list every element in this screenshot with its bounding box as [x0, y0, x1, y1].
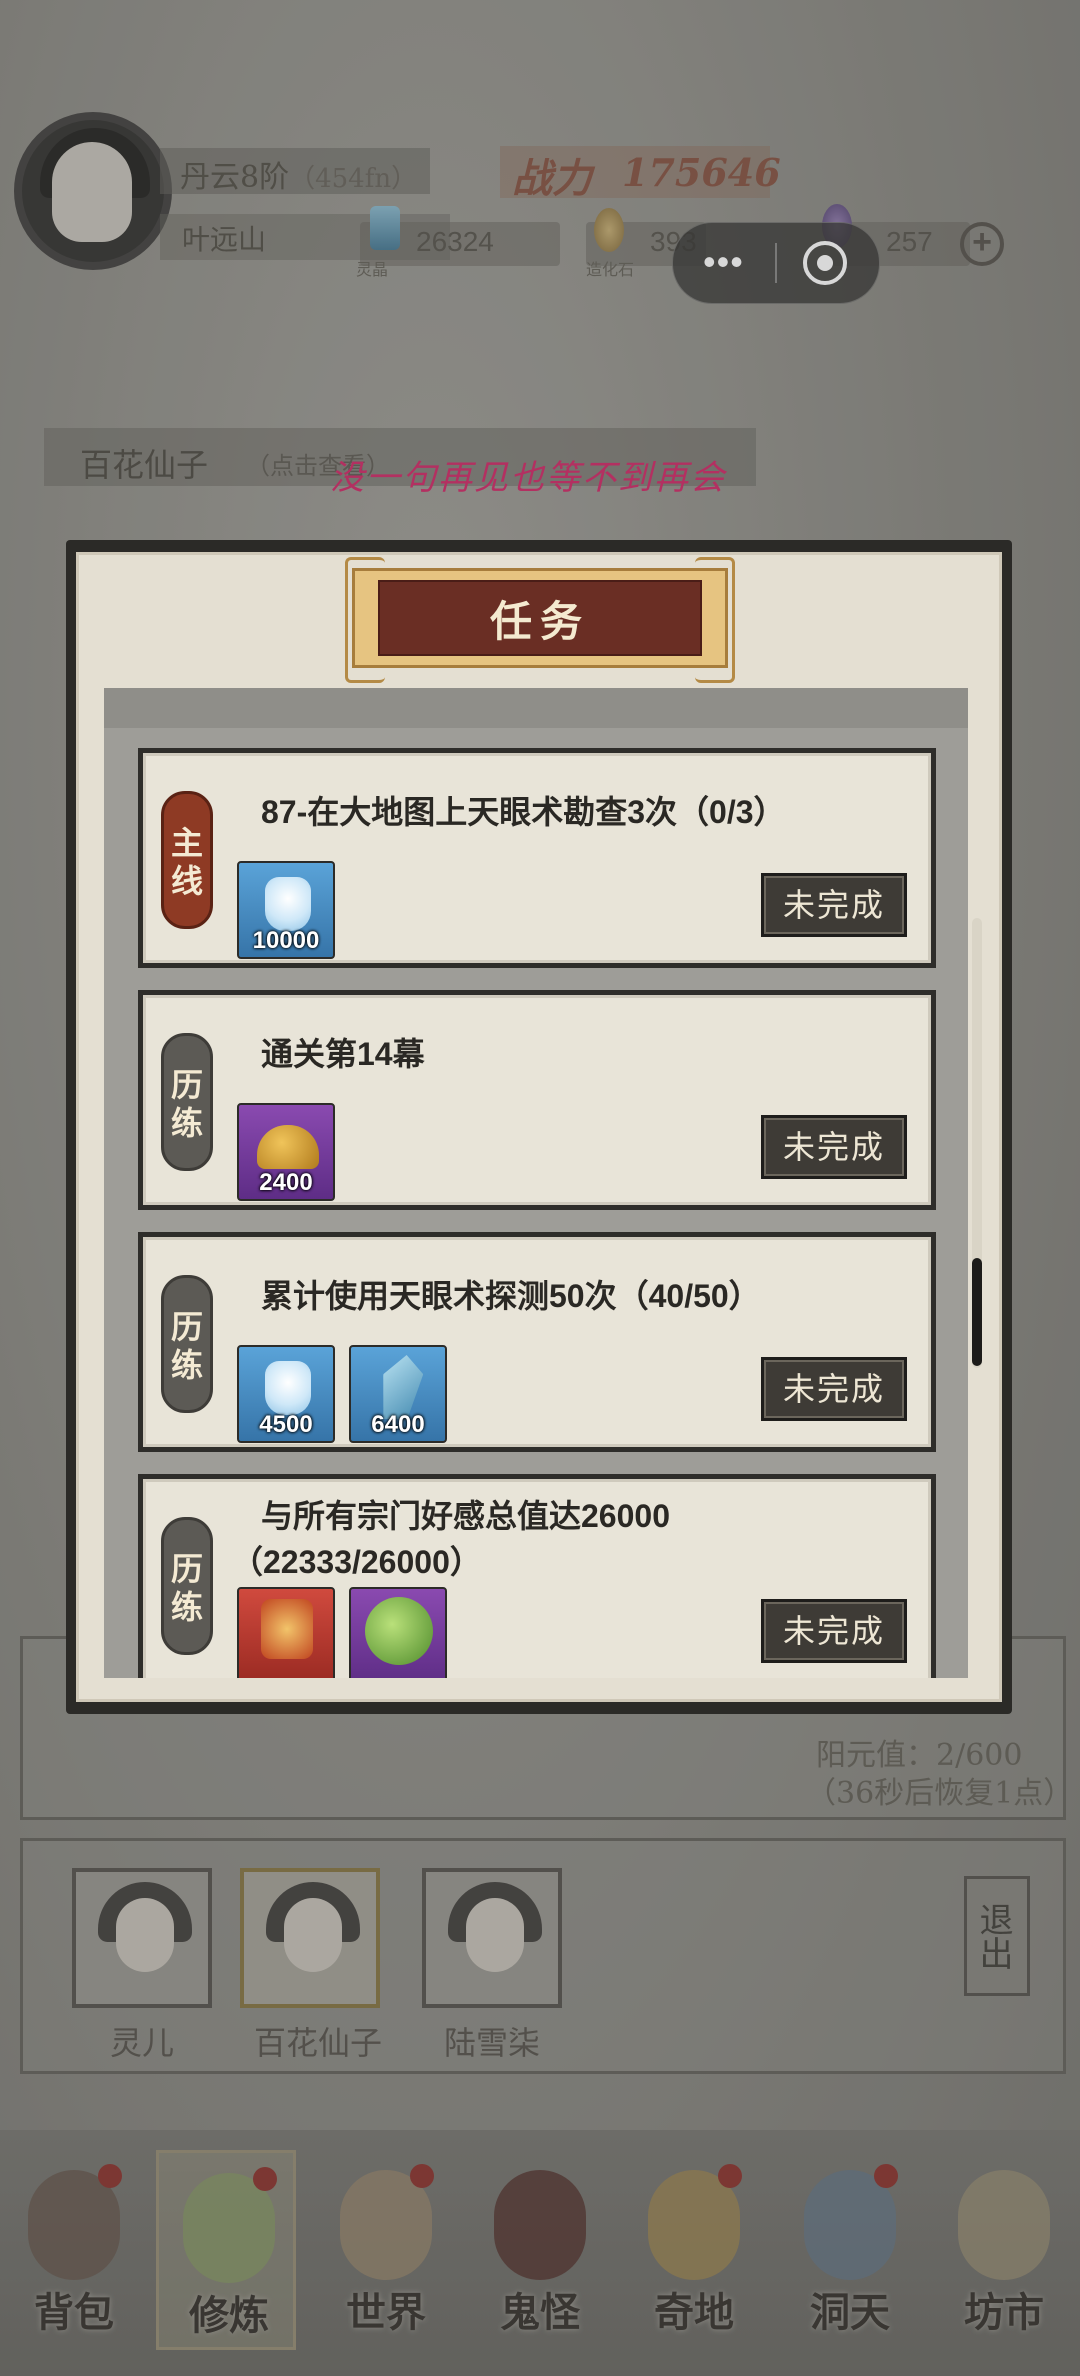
charm-icon	[261, 1599, 313, 1659]
scrollbar-thumb[interactable]	[972, 1258, 982, 1366]
reward-item[interactable]: 2400	[237, 1103, 335, 1201]
task-title: 通关第14幕	[261, 1036, 425, 1072]
reward-item[interactable]: 6400	[349, 1345, 447, 1443]
task-status-button[interactable]: 未完成	[761, 1115, 907, 1179]
water-bottle-icon	[265, 1361, 311, 1415]
task-status-button[interactable]: 未完成	[761, 1357, 907, 1421]
reward-item[interactable]	[349, 1587, 447, 1678]
reward-item[interactable]	[237, 1587, 335, 1678]
reward-amount: 6400	[371, 1411, 425, 1438]
task-status-button[interactable]: 未完成	[761, 1599, 907, 1663]
list-header-strip	[104, 688, 968, 728]
water-bottle-icon	[265, 877, 311, 931]
spirit-crystal-icon	[375, 1355, 426, 1419]
task-tag: 历练	[161, 1275, 213, 1413]
reward-amount: 2400	[259, 1169, 313, 1196]
reward-item[interactable]: 4500	[237, 1345, 335, 1443]
task-list-scrollbar[interactable]	[972, 918, 982, 1368]
task-card: 历练 累计使用天眼术探测50次（40/50） 4500 6400 未完成	[138, 1232, 936, 1452]
task-title: 87-在大地图上天眼术勘查3次（0/3）	[261, 794, 786, 830]
reward-amount: 10000	[252, 927, 320, 954]
task-card: 历练 通关第14幕 2400 未完成	[138, 990, 936, 1210]
task-tag: 历练	[161, 1033, 213, 1171]
task-title: 累计使用天眼术探测50次（40/50）	[261, 1278, 761, 1314]
task-card: 历练 与所有宗门好感总值达26000（22333/26000） 未完成	[138, 1474, 936, 1678]
task-tag: 主线	[161, 791, 213, 929]
task-tag: 历练	[161, 1517, 213, 1655]
reward-item[interactable]: 10000	[237, 861, 335, 959]
modal-title: 任务	[489, 597, 590, 646]
reward-amount: 4500	[259, 1411, 313, 1438]
task-status-button[interactable]: 未完成	[761, 873, 907, 937]
task-card: 主线 87-在大地图上天眼术勘查3次（0/3） 10000 未完成	[138, 748, 936, 968]
golden-helmet-icon	[257, 1125, 319, 1169]
task-list[interactable]: 主线 87-在大地图上天眼术勘查3次（0/3） 10000 未完成 历练 通关第…	[104, 688, 968, 1678]
task-title: 与所有宗门好感总值达26000（22333/26000）	[231, 1498, 670, 1580]
green-orb-icon	[365, 1597, 433, 1665]
